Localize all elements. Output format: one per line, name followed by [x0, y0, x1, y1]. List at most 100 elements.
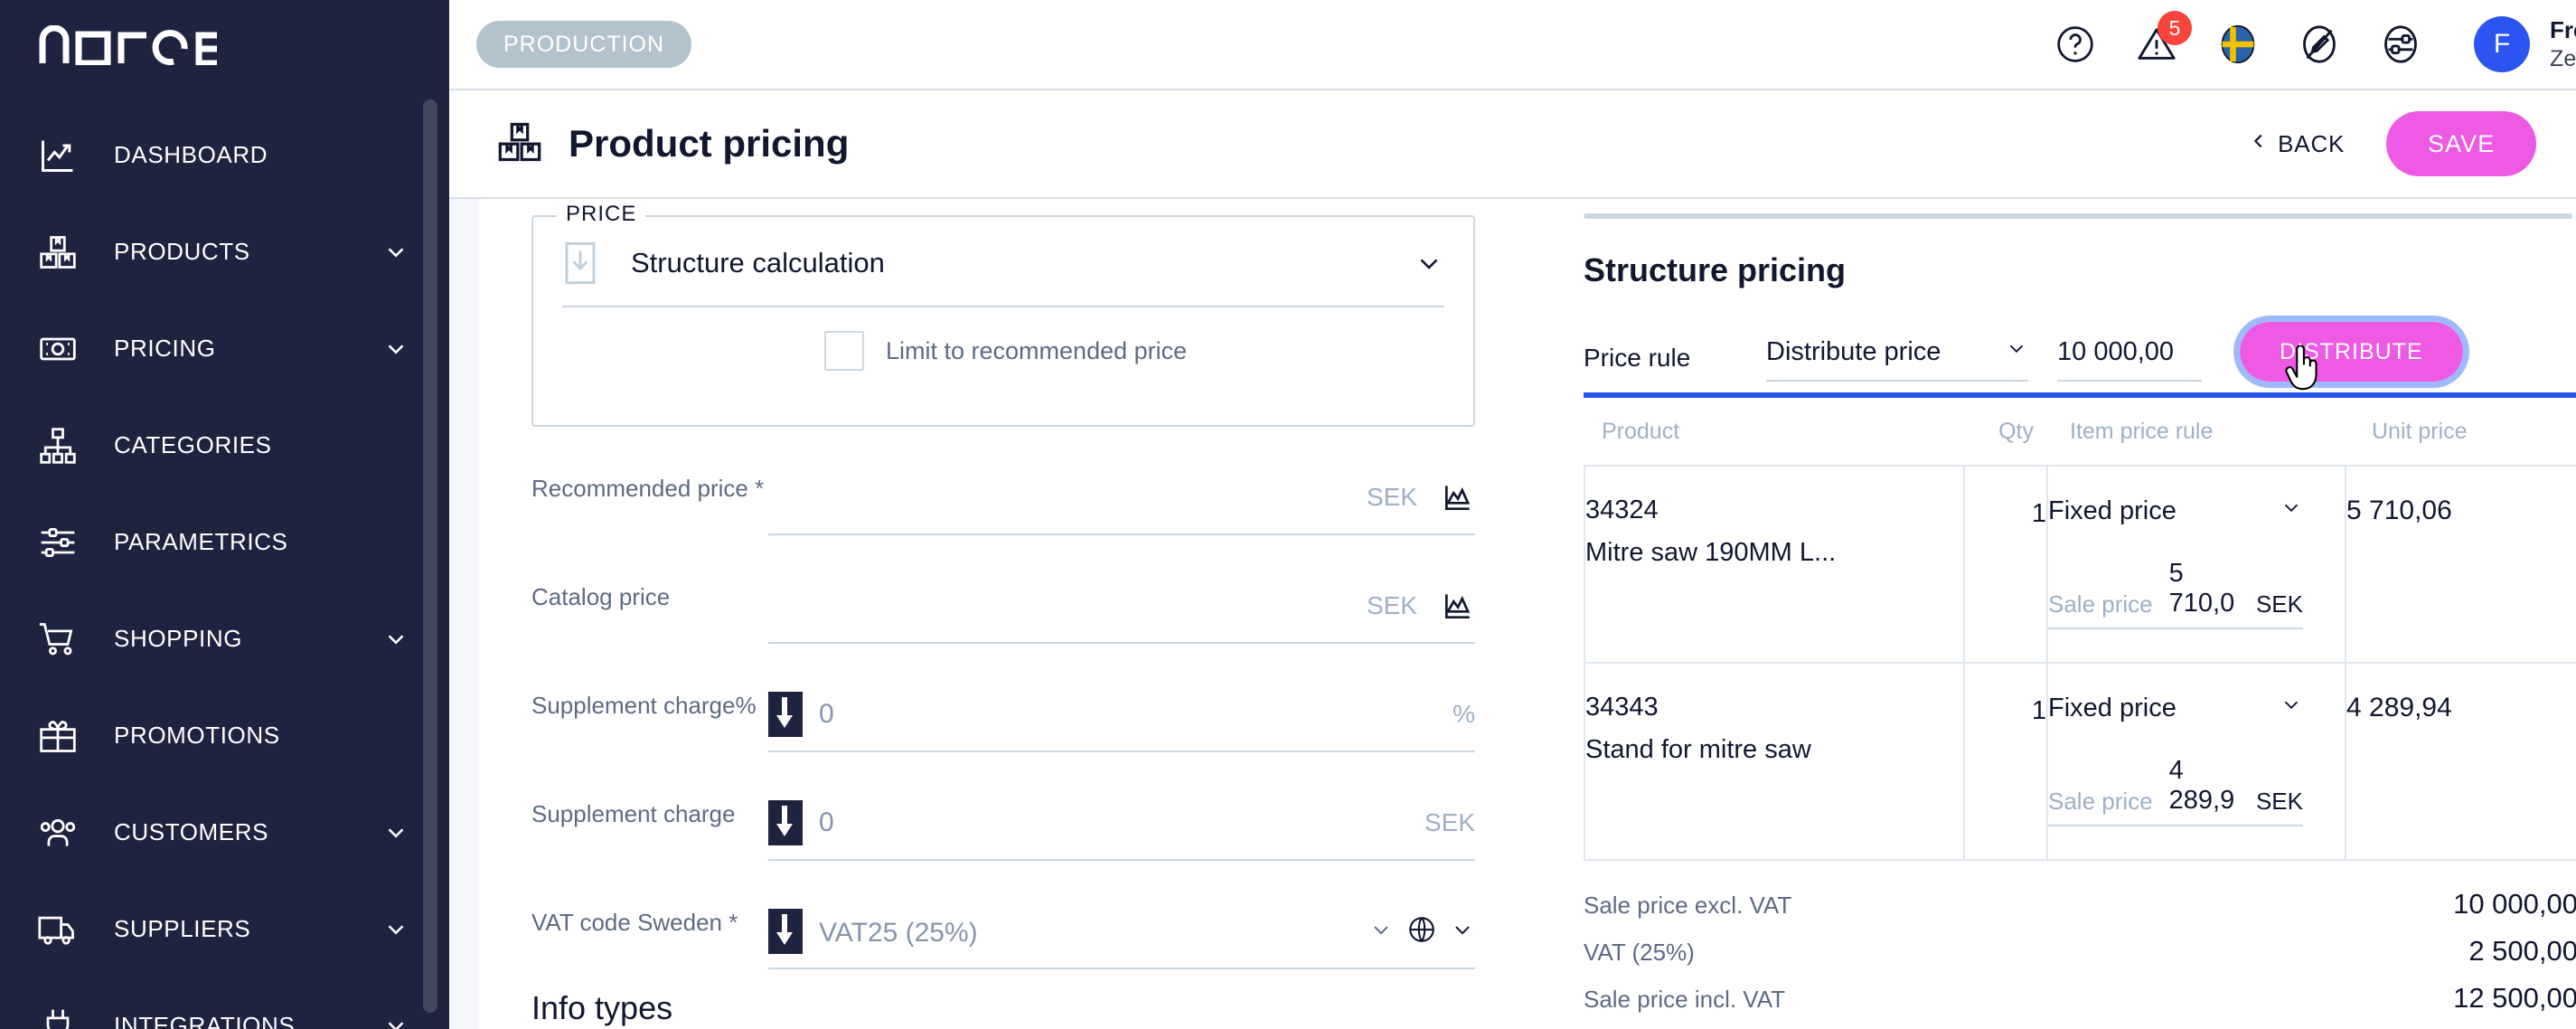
sweden-flag-icon[interactable]: [2217, 24, 2259, 65]
price-panel: PRICE Structure calculation Limit to rec…: [479, 199, 1528, 1029]
price-rule-select[interactable]: Distribute price: [1766, 336, 2028, 382]
chevron-down-icon[interactable]: [382, 819, 409, 846]
sidebar-item-dashboard[interactable]: DASHBOARD: [0, 107, 449, 203]
sidebar-item-products[interactable]: PRODUCTS: [0, 203, 449, 300]
product-qty: 1: [2031, 696, 2046, 725]
sale-price-value[interactable]: 4 289,9: [2169, 756, 2256, 816]
field-label: VAT code Sweden *: [531, 909, 738, 936]
inherit-box-icon: [562, 240, 609, 287]
sidebar-item-label: INTEGRATIONS: [114, 1012, 296, 1029]
sidebar-item-shopping[interactable]: SHOPPING: [0, 590, 449, 687]
summary-value: 2 500,00: [2468, 935, 2576, 967]
price-history-chart-icon[interactable]: [1417, 480, 1475, 514]
product-sku: 34324: [1585, 496, 1659, 524]
supplement-charge-percent-input[interactable]: [819, 699, 1443, 730]
sidebar-item-customers[interactable]: CUSTOMERS: [0, 784, 449, 881]
price-fieldset: PRICE Structure calculation Limit to rec…: [531, 202, 1475, 427]
field-label: Catalog price: [531, 583, 671, 610]
norce-wordmark-icon: [39, 25, 217, 65]
price-history-chart-icon[interactable]: [1417, 589, 1475, 623]
item-price-rule-select[interactable]: Fixed price: [2048, 693, 2303, 723]
plug-icon: [38, 1006, 85, 1029]
cell-qty: 1: [1965, 467, 2048, 662]
brand-logo[interactable]: [0, 0, 449, 90]
chevron-down-icon: [2280, 693, 2303, 723]
inherited-value-icon: [768, 692, 803, 737]
product-name: Mitre saw 190MM L...: [1585, 538, 1837, 567]
table-body: 34324 Mitre saw 190MM L... 1 Fixed price: [1584, 465, 2576, 861]
sale-price-currency: SEK: [2255, 788, 2303, 815]
distribute-amount-input[interactable]: [2057, 337, 2202, 367]
sidebar-item-suppliers[interactable]: SUPPLIERS: [0, 881, 449, 977]
unit-price-value: 4 289,94: [2346, 693, 2452, 722]
chevron-down-icon[interactable]: [382, 1013, 409, 1029]
limit-to-recommended-price-row: Limit to recommended price: [562, 307, 1444, 394]
environment-chip[interactable]: PRODUCTION: [476, 21, 692, 68]
recommended-price-input[interactable]: [768, 482, 1356, 513]
field-label: Supplement charge%: [531, 692, 757, 719]
summary-label: Sale price excl. VAT: [1584, 892, 1792, 919]
field-row-catalog-price: Catalog price SEK: [531, 535, 1475, 644]
field-control: SEK: [768, 570, 1475, 644]
item-price-rule-select[interactable]: Fixed price: [2048, 496, 2303, 526]
warning-icon[interactable]: 5: [2136, 11, 2193, 65]
globe-icon[interactable]: [1406, 914, 1437, 949]
limit-to-recommended-price-label: Limit to recommended price: [886, 336, 1188, 364]
field-row-vat-code: VAT code Sweden * VAT25 (25%): [531, 861, 1475, 969]
page-title-wrap: Product pricing: [496, 118, 849, 170]
field-row-supplement-charge-percent: Supplement charge% %: [531, 644, 1475, 752]
sidebar-item-label: CATEGORIES: [114, 431, 272, 458]
help-icon[interactable]: [2054, 24, 2096, 65]
user-text: Fredrik Ryde Zephyr SE: [2550, 16, 2576, 72]
chevron-down-icon[interactable]: [382, 335, 409, 363]
sale-price-label: Sale price: [2048, 788, 2153, 815]
main-area: PRODUCTION 5 F Fr Ze Product pricing BAC…: [449, 0, 2576, 1029]
banknote-icon: [38, 329, 85, 369]
calculation-value: Structure calculation: [631, 247, 885, 278]
sidebar-item-parametrics[interactable]: PARAMETRICS: [0, 494, 449, 590]
chevron-down-icon[interactable]: [1450, 917, 1475, 947]
distribute-button[interactable]: DISTRIBUTE: [2240, 322, 2463, 382]
sidebar-item-promotions[interactable]: PROMOTIONS: [0, 687, 449, 784]
vat-controls: [1358, 914, 1475, 949]
chart-line-icon: [38, 136, 85, 175]
sidebar-item-label: SUPPLIERS: [114, 915, 251, 942]
summary-row: Sale price excl. VAT 10 000,00: [1584, 888, 2576, 935]
save-button[interactable]: SAVE: [2386, 111, 2537, 176]
chevron-down-icon[interactable]: [382, 626, 409, 653]
chevron-down-icon[interactable]: [1414, 248, 1444, 278]
field-row-recommended-price: Recommended price * SEK: [531, 427, 1475, 535]
chevron-down-icon[interactable]: [382, 916, 409, 943]
no-edit-icon[interactable]: [2299, 24, 2340, 65]
settings-sliders-icon[interactable]: [2380, 24, 2421, 65]
sale-price-value[interactable]: 5 710,0: [2169, 559, 2256, 618]
column-header-qty: Qty: [1998, 418, 2034, 444]
sidebar-item-label: CUSTOMERS: [114, 818, 269, 845]
sale-price-currency: SEK: [2255, 590, 2303, 618]
chevron-down-icon[interactable]: [1368, 917, 1394, 947]
column-header-item-price-rule: Item price rule: [2070, 418, 2214, 444]
back-button[interactable]: BACK: [2249, 129, 2345, 159]
field-label: Supplement charge: [531, 800, 736, 827]
sidebar-item-pricing[interactable]: PRICING: [0, 300, 449, 397]
summary-value: 12 500,00: [2453, 982, 2576, 1014]
truck-icon: [38, 910, 85, 949]
limit-to-recommended-price-checkbox[interactable]: [824, 331, 864, 371]
sidebar-scrollbar-thumb[interactable]: [423, 99, 437, 1013]
field-suffix: SEK: [1366, 483, 1417, 511]
vat-code-value[interactable]: VAT25 (25%): [819, 914, 1358, 949]
table-header-row: Product Qty Item price rule Unit price: [1584, 398, 2576, 465]
chevron-down-icon[interactable]: [382, 239, 409, 266]
sidebar: DASHBOARD PRODUCTS PRICING CATEGORIES PA…: [0, 0, 449, 1029]
summary-row: Sale price incl. VAT 12 500,00: [1584, 982, 2576, 1029]
back-button-label: BACK: [2278, 129, 2346, 157]
cart-icon: [38, 619, 85, 659]
sidebar-item-integrations[interactable]: INTEGRATIONS: [0, 977, 449, 1029]
sidebar-item-categories[interactable]: CATEGORIES: [0, 397, 449, 494]
user-menu[interactable]: F Fredrik Ryde Zephyr SE: [2461, 16, 2576, 72]
info-types-section: Info types: [531, 989, 1475, 1029]
calculation-select[interactable]: Structure calculation: [562, 221, 1444, 307]
catalog-price-input[interactable]: [768, 590, 1356, 621]
supplement-charge-input[interactable]: [819, 807, 1414, 838]
chevron-down-icon: [2005, 336, 2028, 367]
